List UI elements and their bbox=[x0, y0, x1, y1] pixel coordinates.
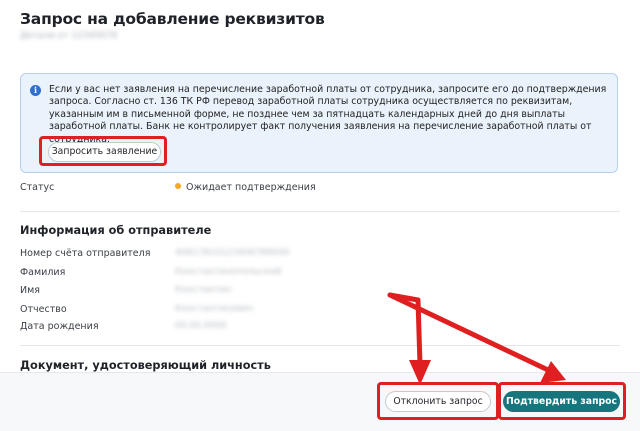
highlight-confirm bbox=[498, 382, 626, 420]
status-badge: Ожидает подтверждения bbox=[175, 182, 316, 193]
field-value-patronymic: Константинович bbox=[175, 304, 254, 314]
info-icon: i bbox=[30, 85, 41, 96]
arrow-to-confirm-icon bbox=[387, 292, 551, 373]
arrow-to-reject-icon bbox=[387, 292, 423, 368]
field-value-surname: Константинопольский bbox=[175, 267, 282, 277]
status-label: Статус bbox=[20, 182, 55, 193]
divider bbox=[20, 211, 620, 212]
sender-section-title: Информация об отправителе bbox=[20, 224, 212, 237]
page-subtitle: Детали от 12345678 bbox=[20, 31, 118, 41]
field-value-name: Константин bbox=[175, 285, 232, 295]
field-label-account: Номер счёта отправителя bbox=[20, 248, 151, 259]
field-value-account: 40817810123456789000 bbox=[175, 248, 290, 258]
field-label-patronymic: Отчество bbox=[20, 304, 67, 315]
page-title: Запрос на добавление реквизитов bbox=[20, 10, 325, 28]
divider bbox=[20, 345, 620, 346]
highlight-request-statement bbox=[39, 136, 167, 166]
status-value: Ожидает подтверждения bbox=[186, 182, 316, 193]
field-label-name: Имя bbox=[20, 285, 40, 296]
document-section-title: Документ, удостоверяющий личность bbox=[20, 359, 271, 372]
field-value-birthdate: 00.00.0000 bbox=[175, 321, 227, 331]
highlight-reject bbox=[377, 382, 499, 420]
status-dot-icon bbox=[175, 183, 181, 189]
field-label-birthdate: Дата рождения bbox=[20, 321, 99, 332]
field-label-surname: Фамилия bbox=[20, 267, 66, 278]
